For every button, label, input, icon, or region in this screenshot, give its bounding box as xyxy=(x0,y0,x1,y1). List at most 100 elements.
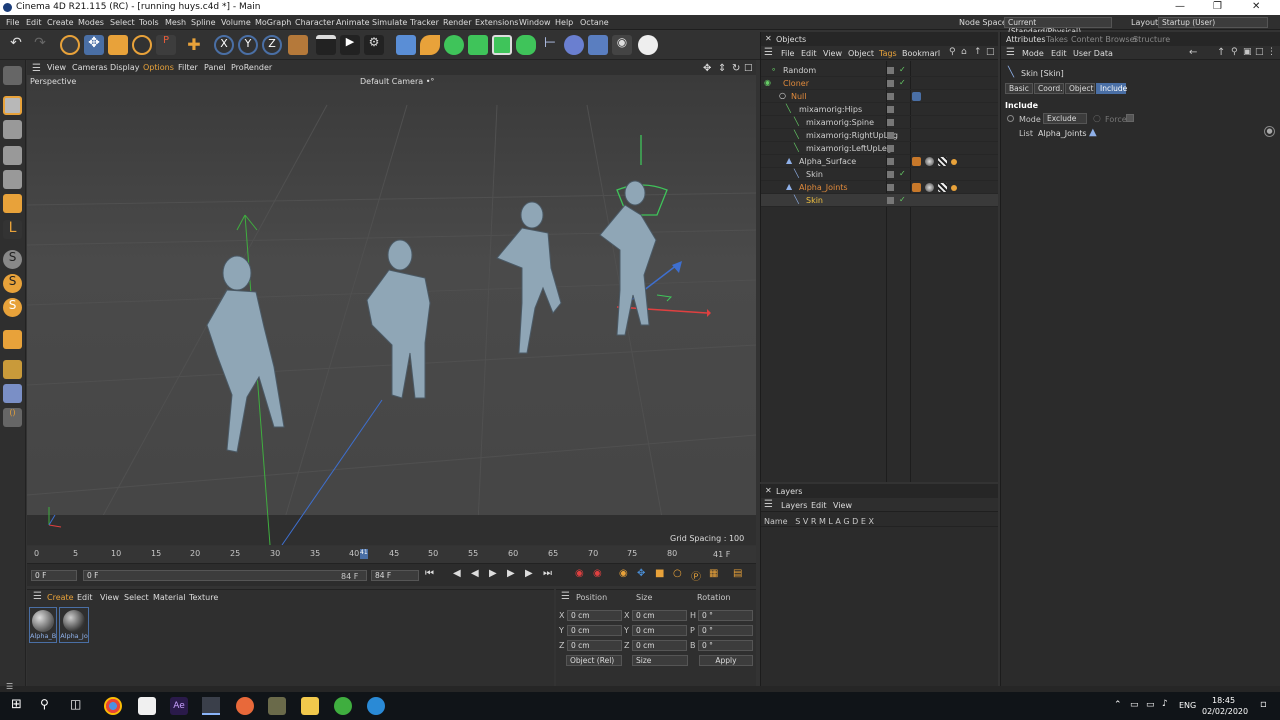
visibility-toggle[interactable] xyxy=(887,171,894,178)
field-icon[interactable] xyxy=(564,35,584,55)
telegram-icon[interactable] xyxy=(367,697,385,715)
render-settings-icon[interactable]: ⚙ xyxy=(364,35,384,55)
clock-time[interactable]: 18:45 xyxy=(1212,696,1235,705)
close-button[interactable]: ✕ xyxy=(1252,1,1260,12)
pen-icon[interactable] xyxy=(420,35,440,55)
menu-animate[interactable]: Animate xyxy=(336,18,370,27)
obj-menu-file[interactable]: File xyxy=(781,49,794,58)
position-x-field[interactable]: 0 cm xyxy=(567,610,622,621)
coord-mode-dropdown[interactable]: Object (Rel) xyxy=(566,655,622,666)
object-name[interactable]: Random xyxy=(783,66,816,75)
rotation-p-field[interactable]: 0 ° xyxy=(698,625,753,636)
go-to-start-icon[interactable]: ⏮ xyxy=(425,568,434,579)
size-y-field[interactable]: 0 cm xyxy=(632,625,687,636)
object-row-spine[interactable]: ╲ mixamorig:Spine xyxy=(761,116,998,129)
close-panel-icon[interactable]: ✕ xyxy=(765,486,772,495)
menu-mograph[interactable]: MoGraph xyxy=(255,18,291,27)
vp-menu-options[interactable]: Options xyxy=(143,63,174,72)
render-picture-viewer-icon[interactable]: ▶ xyxy=(340,35,360,55)
object-name[interactable]: Skin xyxy=(806,170,823,179)
rotation-b-field[interactable]: 0 ° xyxy=(698,640,753,651)
visibility-toggle[interactable] xyxy=(887,197,894,204)
apply-button[interactable]: Apply xyxy=(699,655,753,666)
render-view-icon[interactable] xyxy=(316,35,336,55)
attr-more-icon[interactable]: ⋮ xyxy=(1267,47,1276,57)
attr-menu-user-data[interactable]: User Data xyxy=(1073,49,1113,58)
uvw-tag-icon[interactable] xyxy=(938,183,947,192)
layer-hamburger-icon[interactable]: ☰ xyxy=(764,499,773,510)
texture-mode-icon[interactable] xyxy=(3,120,22,139)
hamburger-icon[interactable]: ☰ xyxy=(32,63,41,74)
previous-key-icon[interactable]: ◀ xyxy=(453,568,461,579)
mograph-icon[interactable] xyxy=(516,35,536,55)
cloner-icon[interactable] xyxy=(492,35,512,55)
camera-label[interactable]: Default Camera •° xyxy=(360,77,434,86)
material-swatch-1[interactable]: Alpha_B xyxy=(29,607,57,643)
position-z-field[interactable]: 0 cm xyxy=(567,640,622,651)
menu-tools[interactable]: Tools xyxy=(139,18,159,27)
language-indicator[interactable]: ENG xyxy=(1179,701,1196,710)
enabled-check-icon[interactable]: ✓ xyxy=(899,169,906,178)
task-view-icon[interactable]: ◫ xyxy=(70,697,88,715)
lock-icon[interactable]: ▣ xyxy=(1243,47,1252,57)
selection-tag-icon[interactable] xyxy=(951,159,957,165)
force-animate-icon[interactable]: ○ xyxy=(1093,114,1101,124)
coord-hamburger-icon[interactable]: ☰ xyxy=(561,591,570,602)
object-row-alpha-surface[interactable]: ▲ Alpha_Surface xyxy=(761,155,998,168)
floor-icon[interactable] xyxy=(588,35,608,55)
world-axis-icon[interactable]: ✚ xyxy=(184,35,204,55)
object-name[interactable]: mixamorig:Spine xyxy=(806,118,874,127)
object-row-cloner[interactable]: ◉ Cloner ✓ xyxy=(761,77,998,90)
x-axis-icon[interactable]: X xyxy=(214,35,234,55)
scale-icon[interactable] xyxy=(108,35,128,55)
animate-mode-icon[interactable] xyxy=(1007,115,1014,122)
vp-menu-prorender[interactable]: ProRender xyxy=(231,63,272,72)
up-arrow-icon[interactable]: ↑ xyxy=(1217,47,1225,58)
obj-menu-edit[interactable]: Edit xyxy=(801,49,817,58)
obj-home-icon[interactable]: ⌂ xyxy=(961,47,967,57)
visibility-toggle[interactable] xyxy=(887,119,894,126)
object-row-skin-1[interactable]: ╲ Skin ✓ xyxy=(761,168,998,181)
object-name[interactable]: mixamorig:RightUpLeg xyxy=(806,131,898,140)
vp-maximize-icon[interactable]: □ xyxy=(744,63,753,73)
file-explorer-icon[interactable] xyxy=(301,697,319,715)
menu-edit[interactable]: Edit xyxy=(26,18,42,27)
live-selection-icon[interactable] xyxy=(60,35,80,55)
notifications-icon[interactable]: ▫ xyxy=(1260,699,1267,710)
camera-icon[interactable]: ◉ xyxy=(612,35,632,55)
mat-hamburger-icon[interactable]: ☰ xyxy=(33,591,42,602)
obj-menu-bookmarks[interactable]: Bookmarl xyxy=(902,49,940,58)
viewport-3d[interactable]: Perspective Default Camera •° Grid Spaci… xyxy=(27,75,756,545)
object-row-hips[interactable]: ╲ mixamorig:Hips xyxy=(761,103,998,116)
menu-simulate[interactable]: Simulate xyxy=(372,18,407,27)
current-frame[interactable]: 41 F xyxy=(713,550,730,559)
attr-menu-mode[interactable]: Mode xyxy=(1022,49,1044,58)
vp-menu-panel[interactable]: Panel xyxy=(204,63,226,72)
subtab-basic[interactable]: Basic xyxy=(1005,83,1033,94)
blender-icon[interactable] xyxy=(236,697,254,715)
obj-menu-tags[interactable]: Tags xyxy=(879,49,897,58)
vp-move-icon[interactable]: ✥ xyxy=(703,63,711,74)
polygons-mode-icon[interactable] xyxy=(3,194,22,213)
include-list[interactable]: Alpha_Joints ▲ xyxy=(1033,126,1259,140)
coordinate-system-icon[interactable] xyxy=(288,35,308,55)
visibility-toggle[interactable] xyxy=(887,145,894,152)
menu-window[interactable]: Window xyxy=(519,18,551,27)
obj-search-icon[interactable]: ⚲ xyxy=(949,47,956,57)
vp-rotate-icon[interactable]: ↻ xyxy=(732,63,740,74)
redo-icon[interactable]: ↷ xyxy=(30,35,50,55)
layout-dropdown[interactable]: Startup (User) xyxy=(1158,17,1268,28)
size-x-field[interactable]: 0 cm xyxy=(632,610,687,621)
object-name[interactable]: Skin xyxy=(806,196,823,205)
make-editable-icon[interactable] xyxy=(3,66,22,85)
mat-menu-create[interactable]: Create xyxy=(47,593,74,602)
visibility-toggle[interactable] xyxy=(887,67,894,74)
mat-menu-select[interactable]: Select xyxy=(124,593,149,602)
go-to-end-icon[interactable]: ⏭ xyxy=(543,568,552,579)
menu-create[interactable]: Create xyxy=(47,18,74,27)
uvw-tag-icon[interactable] xyxy=(938,157,947,166)
mat-menu-texture[interactable]: Texture xyxy=(189,593,218,602)
position-y-field[interactable]: 0 cm xyxy=(567,625,622,636)
timeline-window-icon[interactable]: ▤ xyxy=(733,568,742,579)
back-arrow-icon[interactable]: ← xyxy=(1189,47,1197,58)
